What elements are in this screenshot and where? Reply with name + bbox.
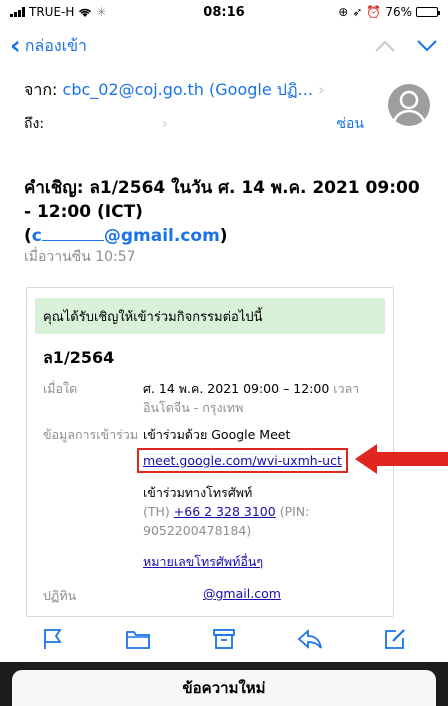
new-message-tab[interactable]: ข้อความใหม่ [12,670,436,706]
avatar[interactable] [388,84,430,126]
to-line: ถึง: › ซ่อน [24,113,364,135]
when-datetime: ศ. 14 พ.ค. 2021 09:00 – 12:00 [143,381,330,396]
more-phones-link[interactable]: หมายเลขโทรศัพท์อื่นๆ [143,554,263,569]
reply-button[interactable] [296,625,324,653]
wifi-icon [79,8,92,17]
invitation-card: คุณได้รับเชิญให้เข้าร่วมกิจกรรมต่อไปนี้ … [26,287,394,617]
message-nav [374,35,438,57]
bottom-toolbar [0,618,448,660]
calendar-label: ปฏิทิน [43,588,77,603]
nav-bar: ‹ กล่องเข้า [0,26,448,66]
compose-icon [385,629,405,649]
invitee-email-start[interactable]: c [32,226,42,246]
next-message-button[interactable] [416,35,438,57]
flag-button[interactable] [39,625,67,653]
join-meet-text: เข้าร่วมด้วย Google Meet [143,427,291,442]
calendar-row: ปฏิทิน @gmail.com [43,586,393,606]
red-arrow-annotation [355,444,448,474]
chevron-up-icon [375,40,395,52]
flag-icon [43,629,62,649]
location-icon: ➶ [352,5,363,19]
join-label: ข้อมูลการเข้าร่วม [43,427,139,442]
loading-icon: ✳ [96,5,107,19]
chevron-left-icon: ‹ [10,31,21,61]
compose-button[interactable] [381,625,409,653]
subject: คำเชิญ: ล1/2564 ในวัน ศ. 14 พ.ค. 2021 09… [24,176,424,248]
alarm-icon: ⏰ [366,5,382,19]
carrier-label: TRUE-H [29,5,75,19]
join-row: ข้อมูลการเข้าร่วม เข้าร่วมด้วย Google Me… [43,425,393,540]
back-label: กล่องเข้า [24,35,88,55]
more-phones-row: หมายเลขโทรศัพท์อื่นๆ [143,552,393,572]
join-phone-text: เข้าร่วมทางโทรศัพท์ [143,485,253,500]
status-right: ⊕ ➶ ⏰ 76% [288,5,440,19]
chevron-down-icon [417,40,437,52]
status-left: TRUE-H ✳ [10,5,160,19]
message-date: เมื่อวานซืน 10:57 [24,249,136,265]
invite-banner: คุณได้รับเชิญให้เข้าร่วมกิจกรรมต่อไปนี้ [35,298,385,334]
move-folder-button[interactable] [124,625,152,653]
status-time: 08:16 [203,4,245,20]
phone-link[interactable]: +66 2 328 3100 [174,504,276,519]
meet-highlight-box: meet.google.com/wvi-uxmh-uct [137,448,348,473]
from-line[interactable]: จาก: cbc_02@coj.go.th (Google ปฏิ... › [24,78,374,103]
lock-rotation-icon: ⊕ [338,5,349,19]
meet-link[interactable]: meet.google.com/wvi-uxmh-uct [143,453,342,468]
new-message-sheet: ข้อความใหม่ [0,662,448,706]
from-address[interactable]: cbc_02@coj.go.th (Google ปฏิ... [63,80,313,99]
chevron-right-icon: › [162,116,168,132]
new-message-label: ข้อความใหม่ [182,679,266,697]
phone-line: (TH) +66 2 328 3100 (PIN: 9052200478184) [143,502,373,540]
when-value: ศ. 14 พ.ค. 2021 09:00 – 12:00 เวลาอินโดจ… [143,379,373,417]
archive-button[interactable] [210,625,238,653]
person-icon [392,90,426,125]
join-value: เข้าร่วมด้วย Google Meet meet.google.com… [137,425,373,540]
status-bar: TRUE-H ✳ 08:16 ⊕ ➶ ⏰ 76% [0,0,448,24]
when-label: เมื่อใด [43,381,78,396]
calendar-value[interactable]: @gmail.com [203,586,281,606]
folder-icon [126,631,151,649]
event-title: ล1/2564 [43,348,115,367]
subject-title: คำเชิญ: ล1/2564 ในวัน ศ. 14 พ.ค. 2021 09… [24,178,420,222]
battery-icon [416,7,440,17]
from-label: จาก: [24,80,58,99]
email-open: ( [24,226,32,246]
email-close: ) [219,226,228,246]
chevron-right-icon: › [318,80,325,99]
phone-prefix: (TH) [143,504,170,519]
message-header: จาก: cbc_02@coj.go.th (Google ปฏิ... › ถ… [24,78,430,135]
battery-percent: 76% [385,5,412,19]
when-row: เมื่อใด ศ. 14 พ.ค. 2021 09:00 – 12:00 เว… [43,379,393,417]
hide-details-button[interactable]: ซ่อน [337,113,364,135]
signal-icon [10,7,25,17]
back-button[interactable]: ‹ กล่องเข้า [10,33,87,59]
to-label: ถึง: [24,116,45,132]
archive-icon [213,629,235,649]
previous-message-button[interactable] [374,35,396,57]
reply-icon [297,628,322,650]
invitee-email-end[interactable]: @gmail.com [104,226,220,246]
